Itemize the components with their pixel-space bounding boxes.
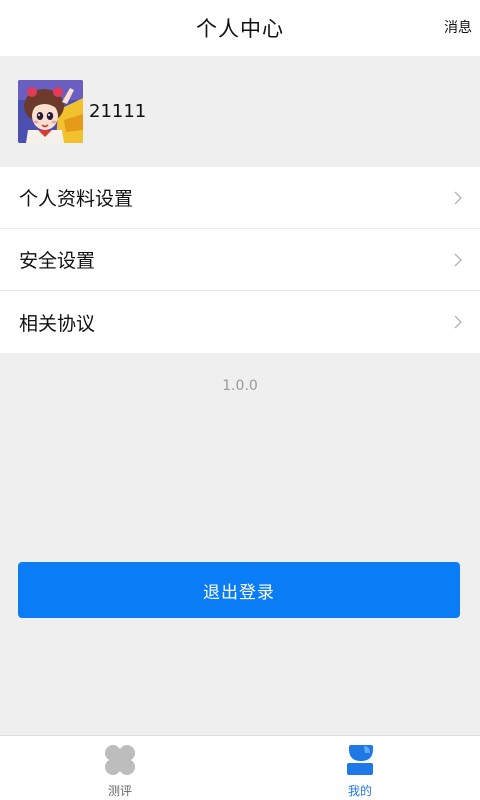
avatar[interactable] xyxy=(18,80,83,143)
username: 21111 xyxy=(89,101,147,122)
chevron-right-icon xyxy=(454,191,462,205)
menu-item-label: 相关协议 xyxy=(19,312,96,335)
menu-item-agreements[interactable]: 相关协议 xyxy=(0,291,480,353)
menu-item-label: 安全设置 xyxy=(19,250,96,272)
clover-icon xyxy=(105,745,135,775)
app-version: 1.0.0 xyxy=(222,378,258,394)
bottom-tab-bar: 测评 我的 xyxy=(0,735,480,800)
avatar-cartoon-girl-icon xyxy=(18,80,83,143)
page-title: 个人中心 xyxy=(196,17,284,41)
chevron-right-icon xyxy=(454,315,462,329)
user-icon xyxy=(347,745,373,775)
top-bar: 个人中心 消息 xyxy=(0,0,480,56)
tab-mine[interactable]: 我的 xyxy=(240,736,480,800)
menu-item-security-settings[interactable]: 安全设置 xyxy=(0,229,480,291)
chevron-right-icon xyxy=(454,253,462,267)
tab-assessment[interactable]: 测评 xyxy=(0,736,240,800)
settings-menu: 个人资料设置 安全设置 相关协议 xyxy=(0,167,480,353)
logout-button[interactable]: 退出登录 xyxy=(18,562,460,618)
menu-item-profile-settings[interactable]: 个人资料设置 xyxy=(0,167,480,229)
messages-button[interactable]: 消息 xyxy=(444,17,472,37)
profile-section: 21111 xyxy=(0,56,480,166)
menu-item-label: 个人资料设置 xyxy=(19,188,134,210)
tab-label: 我的 xyxy=(347,784,372,798)
tab-label: 测评 xyxy=(107,784,132,798)
